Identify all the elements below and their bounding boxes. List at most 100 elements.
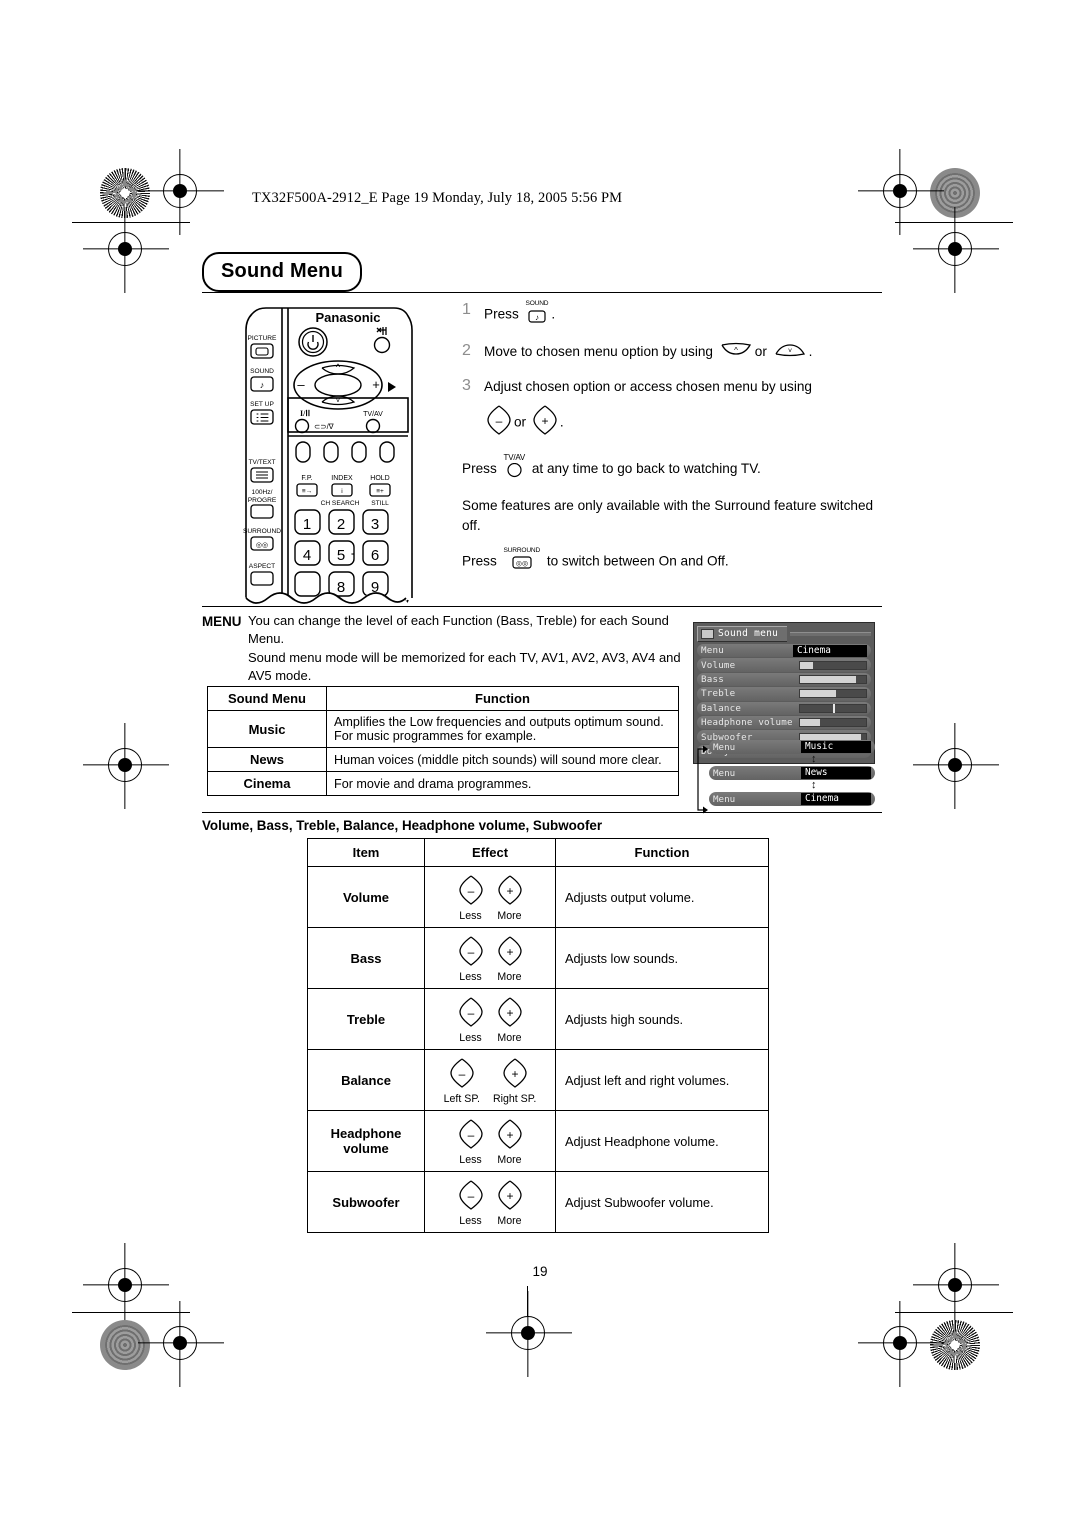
plus-button-icon: + [497,936,522,966]
plus-button-icon: + [497,1119,522,1149]
cycle-label-cinema: Menu [713,793,736,805]
osd-row-bass[interactable]: Bass [697,672,871,687]
svg-text:INDEX: INDEX [331,475,353,482]
osd-label-headphone-volume: Headphone volume [701,717,793,729]
cell-function-cinema: For movie and drama programmes. [326,771,679,796]
svg-text:HOLD: HOLD [370,475,389,482]
cell-function-bass: Adjusts low sounds. [555,927,769,989]
registration-crosshair-left-upper [83,207,169,293]
osd-row-balance[interactable]: Balance [697,701,871,715]
note-surround-post: to switch between On and Off. [546,553,729,569]
minus-button-icon: – [458,997,483,1027]
osd-row-treble[interactable]: Treble [697,687,871,701]
step-3-period: . [559,414,564,430]
osd-value-menu: Cinema [793,644,867,657]
cell-effect-bass: – Less + More [424,927,556,989]
plus-button-icon: + [532,404,558,442]
cell-function-balance: Adjust left and right volumes. [555,1049,769,1111]
svg-text:–: – [467,1006,474,1020]
osd-label-bass: Bass [701,673,724,685]
osd-row-menu[interactable]: Menu Cinema [697,644,871,658]
osd-bar-balance[interactable] [799,703,867,713]
svg-text:≡+: ≡+ [376,488,384,495]
cell-function-music: Amplifies the Low frequencies and output… [326,710,679,748]
th-function: Function [326,686,679,711]
svg-text:⊂⊃/∇: ⊂⊃/∇ [314,422,335,431]
table-row: Music Amplifies the Low frequencies and … [207,710,679,748]
svg-text:PICTURE: PICTURE [248,335,278,342]
table-row: Headphone volume – Less + More Adjust He… [307,1110,769,1172]
menu-desc-line-2: Sound menu mode will be memorized for ea… [248,649,681,684]
step-3: 3 Adjust chosen option or access chosen … [462,376,882,441]
cell-effect-headphone-volume: – Less + More [424,1110,556,1172]
svg-text:100Hz/: 100Hz/ [252,489,273,496]
cursor-down-icon: ˅ [773,342,807,363]
cell-item-music: Music [207,710,327,748]
document-header-line: TX32F500A-2912_E Page 19 Monday, July 18… [252,190,623,206]
cycle-arrow-2-icon: ↕ [811,779,817,791]
registration-crosshair-left-middle [83,723,169,809]
svg-text:+: + [506,945,513,959]
osd-row-volume[interactable]: Volume [697,658,871,672]
table-header-row: Item Effect Function [307,838,769,867]
remote-control-illustration: Panasonic PICTURE SOUND ♪ SET UP TV/TEXT… [238,300,418,612]
cell-item-cinema: Cinema [207,771,327,796]
th-item: Item [307,838,425,867]
registration-crosshair-top-right [858,149,944,235]
table-row: Volume – Less + More Adjusts output volu… [307,866,769,928]
note-surround-availability: Some features are only available with th… [462,497,874,534]
osd-bar-bass[interactable] [799,674,867,684]
osd-title-text: Sound menu [718,628,779,639]
cycle-row-news[interactable]: Menu News [709,766,875,780]
cell-item-balance: Balance [307,1049,425,1111]
svg-text:+: + [506,1189,513,1203]
cycle-row-music[interactable]: Menu Music [709,740,875,754]
cell-item-headphone-line2: volume [343,1141,389,1156]
cursor-up-icon: ^ [719,342,753,363]
step-3-number: 3 [462,377,471,395]
cell-function-volume: Adjusts output volume. [555,866,769,928]
effect-minus-subwoofer: – Less [458,1179,484,1227]
cycle-arrow-2-wrap: ↕ [693,779,875,792]
effect-minus-balance: – Left SP. [444,1057,480,1105]
cycle-row-cinema[interactable]: Menu Cinema [709,792,875,806]
cell-effect-treble: – Less + More [424,988,556,1050]
osd-bar-headphone-volume[interactable] [799,718,867,728]
svg-text:+: + [372,377,380,392]
svg-text:–: – [458,1067,465,1081]
plus-button-icon: + [497,875,522,905]
svg-text:–: – [467,1189,474,1203]
registration-crosshair-right-middle [913,723,999,809]
sound-menu-table: Sound Menu Function Music Amplifies the … [207,686,679,796]
effect-minus-caption-bass: Less [459,971,482,983]
svg-text:TV/TEXT: TV/TEXT [248,459,275,466]
effect-plus-caption-balance: Right SP. [492,1093,537,1105]
effect-minus-caption-volume: Less [459,910,482,922]
svg-text:–: – [297,377,305,392]
cell-effect-volume: – Less + More [424,866,556,928]
effect-plus-caption-treble: More [497,1032,522,1044]
osd-row-headphone-volume[interactable]: Headphone volume [697,715,871,730]
step-1-number: 1 [462,301,471,318]
title-rule [202,292,882,294]
svg-text:8: 8 [337,579,345,596]
osd-menu-cycle-diagram: Menu Music ↕ Menu News ↕ Menu Cinema [693,740,875,814]
step-1-period: . [551,306,556,322]
step-2: 2 Move to chosen menu option by using ^ … [462,341,882,363]
svg-text:I/ⅠⅠ: I/ⅠⅠ [300,409,310,418]
table-row: Subwoofer – Less + More Adjust Subwoofer… [307,1171,769,1233]
svg-text:TV/AV: TV/AV [363,411,383,418]
svg-text:+: + [541,414,548,428]
effect-minus-caption-balance: Left SP. [443,1093,480,1105]
note-tvav-post: at any time to go back to watching TV. [531,461,761,477]
instruction-steps: 1 Press SOUND ♪ . 2 Move to chosen menu … [462,300,882,587]
effect-plus-bass: + More [497,935,523,983]
svg-text:+: + [506,884,513,898]
osd-bar-volume[interactable] [799,660,867,670]
step-2-number: 2 [462,342,471,360]
osd-bar-treble[interactable] [799,689,867,699]
item-effect-function-table: Item Effect Function Volume – Less + Mor… [307,838,769,1233]
osd-label-menu: Menu [701,645,724,657]
svg-text:◎◎: ◎◎ [516,561,528,568]
svg-text:6: 6 [371,547,379,564]
